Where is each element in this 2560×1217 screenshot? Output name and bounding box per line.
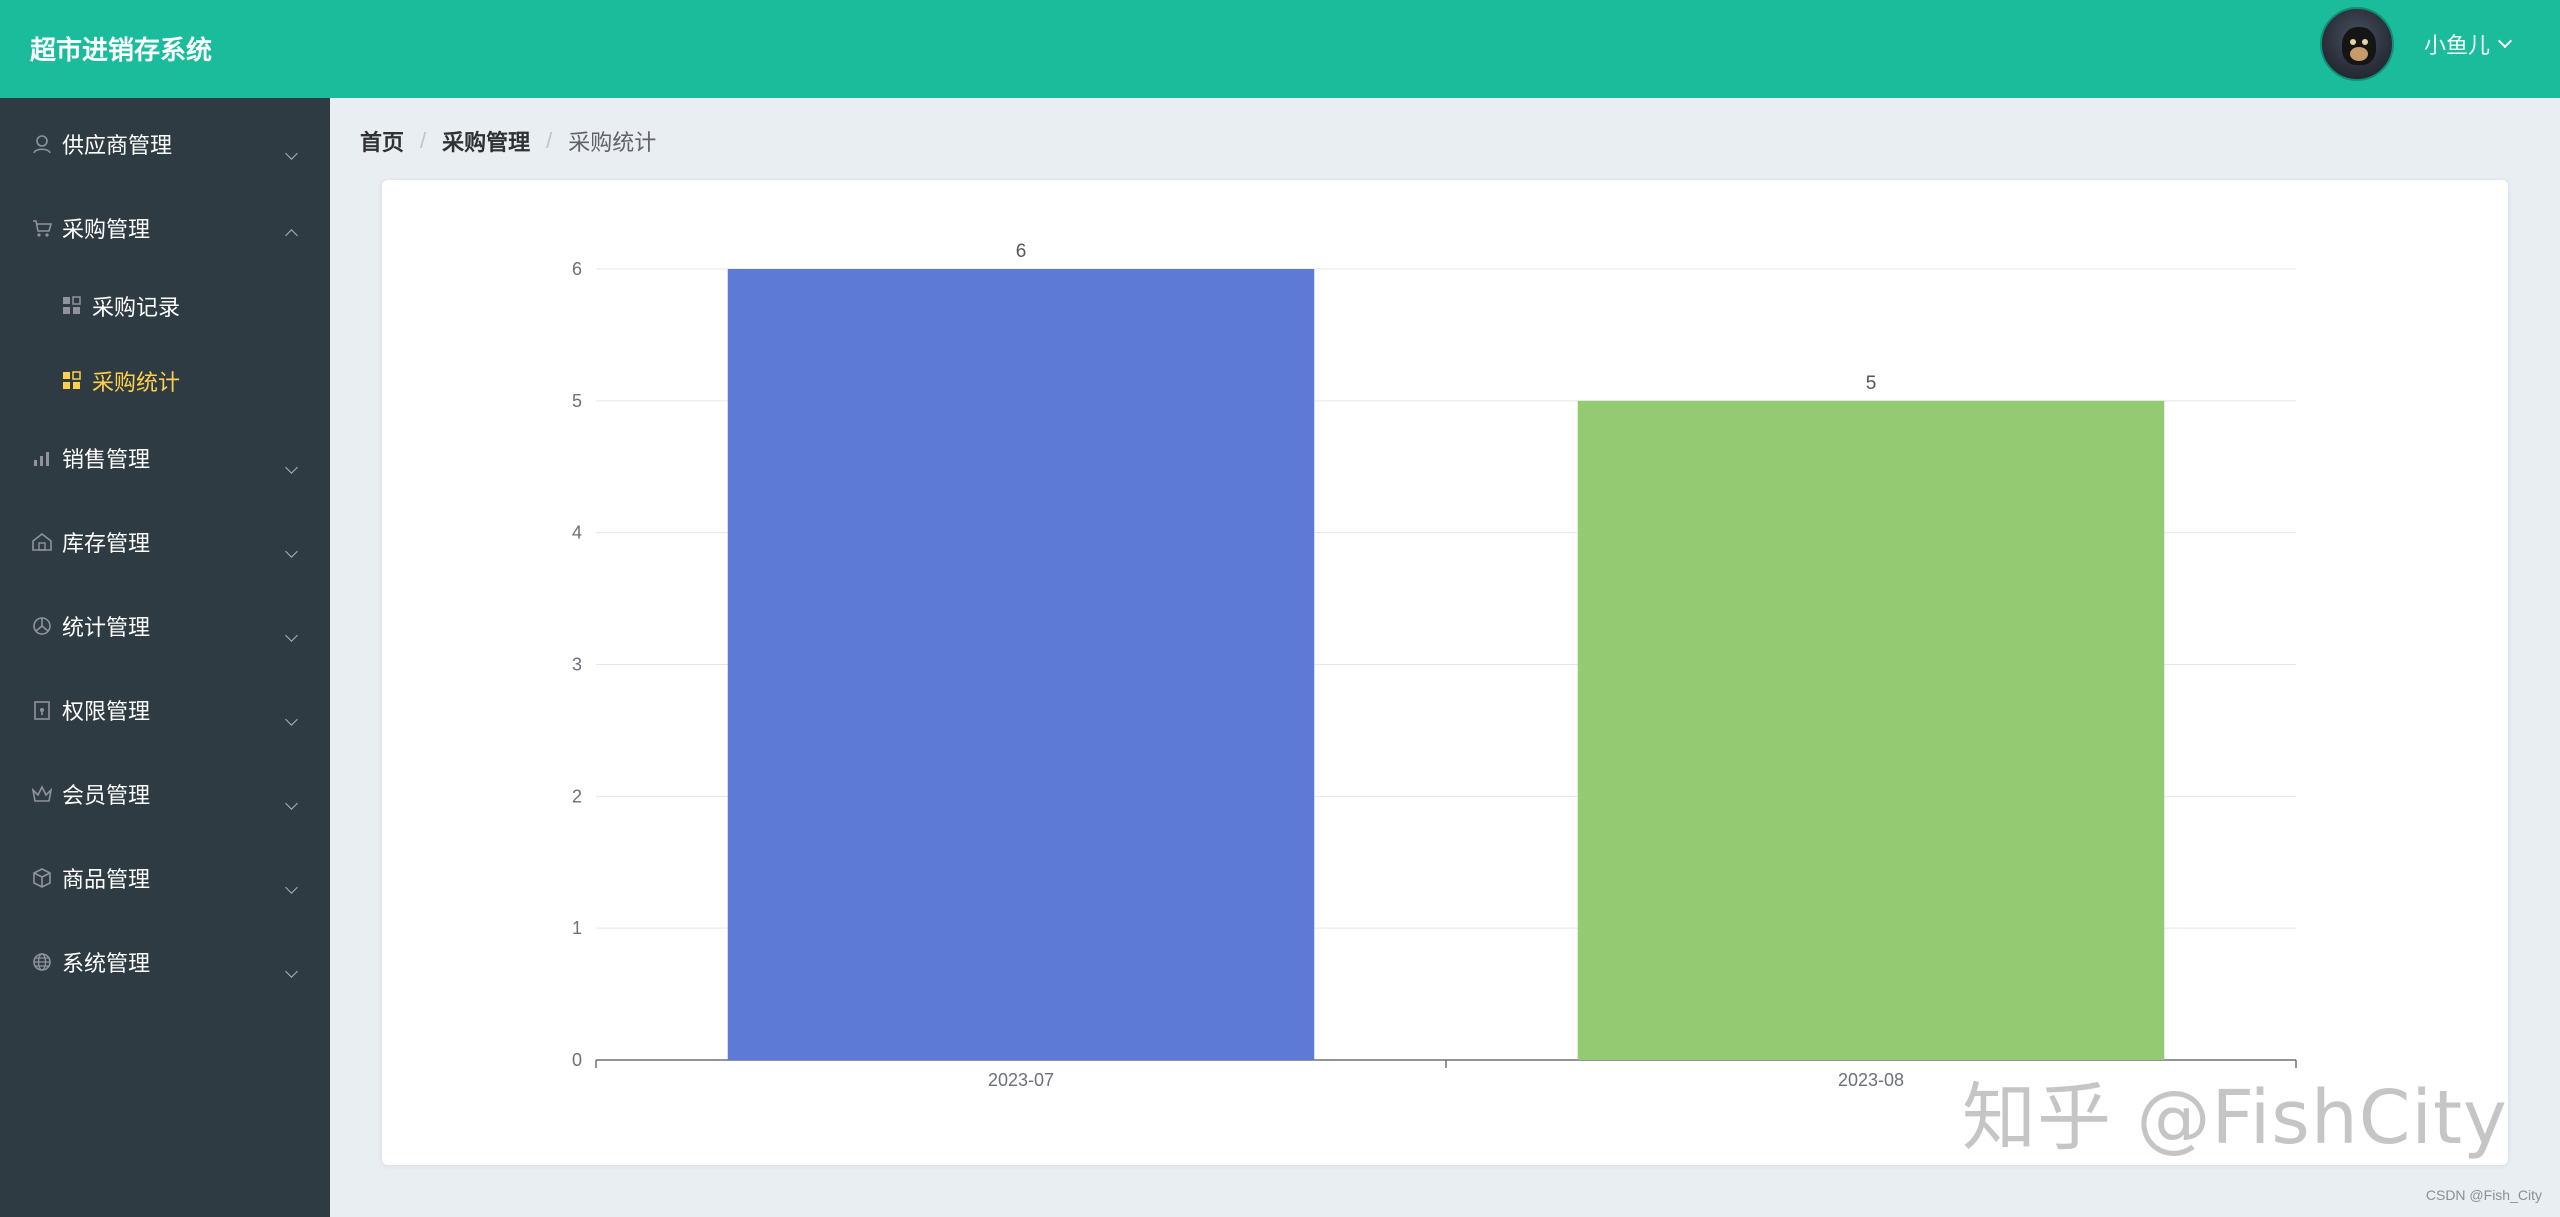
sidebar-subitem-purchase-stats[interactable]: 采购统计 [0,351,330,411]
grid-icon [62,371,82,391]
lock-icon [30,698,54,722]
chevron-down-icon [285,713,298,726]
sidebar-subitem-purchase-records[interactable]: 采购记录 [0,276,330,336]
sidebar-item-label: 商品管理 [62,867,151,892]
bar [1577,400,2165,1060]
bar-chart-icon [30,446,54,470]
sidebar-subitem-label: 采购记录 [92,295,181,320]
y-tick-label: 2 [572,786,582,806]
bar [727,269,1315,1060]
bar-chart: 0 1 2 3 4 5 6 6 2023-07 5 2023-08 [572,241,2297,1090]
sidebar-subitem-label: 采购统计 [92,370,181,395]
breadcrumb-home[interactable]: 首页 [360,125,404,157]
user-icon [30,132,54,156]
app-title: 超市进销存系统 [30,35,213,65]
sidebar-item-permissions[interactable]: 权限管理 [0,680,330,740]
chevron-down-icon [285,147,298,160]
cart-icon [30,216,54,240]
grid-icon [62,296,82,316]
sidebar-item-products[interactable]: 商品管理 [0,848,330,908]
y-tick-label: 5 [572,391,582,411]
box-icon [30,866,54,890]
sidebar-item-purchase[interactable]: 采购管理 [0,198,330,258]
chevron-down-icon [285,629,298,642]
user-menu[interactable]: 小鱼儿 [2424,28,2513,60]
chevron-down-icon [285,545,298,558]
chevron-down-icon [285,881,298,894]
y-tick-label: 6 [572,259,582,279]
sidebar-item-label: 库存管理 [62,531,151,556]
username: 小鱼儿 [2424,33,2491,58]
globe-icon [30,950,54,974]
chevron-down-icon [285,461,298,474]
breadcrumb-purchase[interactable]: 采购管理 [442,125,530,157]
chevron-up-icon [285,229,298,242]
watermark: 知乎 @FishCity [1962,1075,2508,1161]
y-tick-label: 4 [572,523,582,543]
x-tick-label: 2023-07 [988,1070,1054,1090]
sidebar-item-supplier[interactable]: 供应商管理 [0,114,330,174]
x-tick-label: 2023-08 [1838,1070,1904,1090]
sidebar-item-label: 供应商管理 [62,133,173,158]
chevron-down-icon [285,797,298,810]
chart-card: 0 1 2 3 4 5 6 6 2023-07 5 2023-08 [382,180,2508,1165]
y-tick-label: 3 [572,655,582,675]
breadcrumb: 首页 / 采购管理 / 采购统计 [360,125,656,157]
sidebar: 供应商管理 采购管理 采购记录 采购统计 销售管理 库存管理 统计管理 权限管理… [0,98,330,1217]
top-header: 超市进销存系统 小鱼儿 [0,0,2560,98]
sidebar-item-label: 采购管理 [62,217,151,242]
sidebar-item-inventory[interactable]: 库存管理 [0,512,330,572]
breadcrumb-current: 采购统计 [568,130,657,155]
sidebar-item-members[interactable]: 会员管理 [0,764,330,824]
sidebar-item-label: 销售管理 [62,447,151,472]
breadcrumb-separator: / [420,128,427,153]
crown-icon [30,782,54,806]
sidebar-item-system[interactable]: 系统管理 [0,932,330,992]
house-icon [30,530,54,554]
data-label: 5 [1866,373,1877,394]
pie-icon [30,614,54,638]
avatar[interactable] [2320,7,2394,81]
y-tick-label: 0 [572,1050,582,1070]
chevron-down-icon [285,965,298,978]
data-label: 6 [1016,241,1027,262]
chevron-down-icon [2497,33,2513,49]
sidebar-item-label: 系统管理 [62,951,151,976]
sidebar-item-sales[interactable]: 销售管理 [0,428,330,488]
y-tick-label: 1 [572,918,582,938]
breadcrumb-separator: / [546,128,553,153]
sidebar-item-label: 会员管理 [62,783,151,808]
sidebar-item-label: 统计管理 [62,615,151,640]
footer-credit: CSDN @Fish_City [2425,1187,2542,1203]
sidebar-item-label: 权限管理 [62,699,151,724]
sidebar-item-statistics[interactable]: 统计管理 [0,596,330,656]
